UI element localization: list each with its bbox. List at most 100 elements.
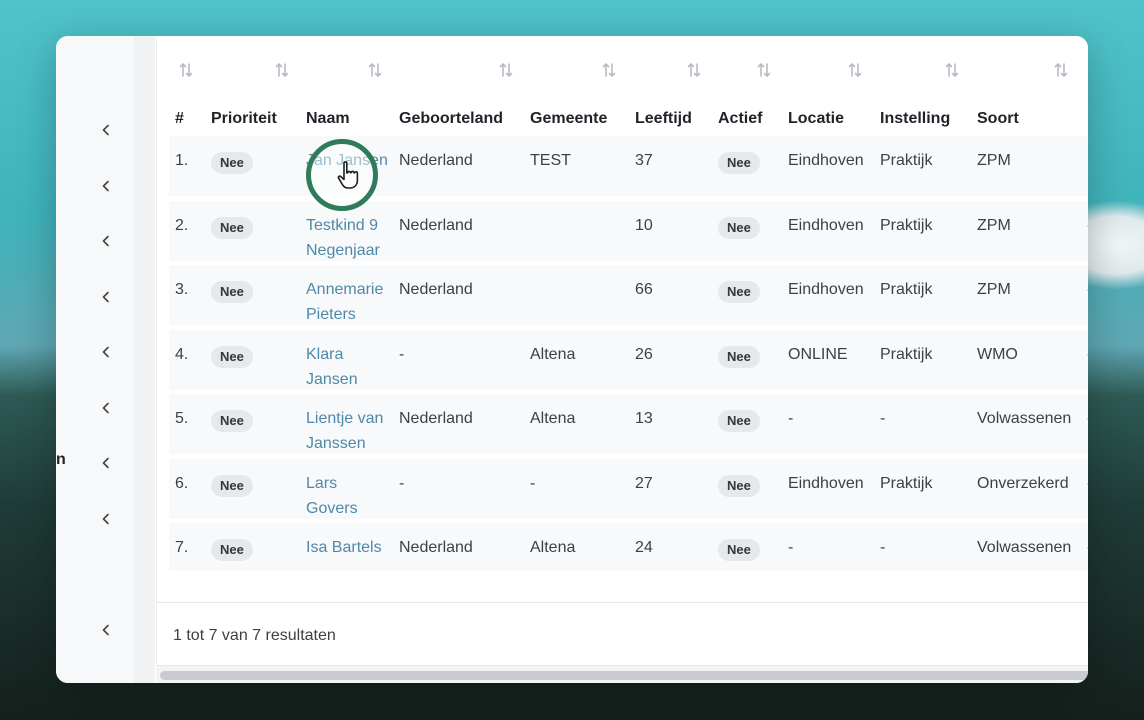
chevron-left-icon[interactable] <box>101 624 113 636</box>
column-header[interactable]: Instelling <box>880 110 950 128</box>
location-cell: Eindhoven <box>788 281 864 298</box>
chevron-left-icon[interactable] <box>101 346 113 358</box>
priority-badge: Nee <box>211 281 253 303</box>
sidebar-label-fragment: n <box>56 451 66 468</box>
priority-badge: Nee <box>211 539 253 561</box>
age-cell: 37 <box>635 152 653 169</box>
type-cell: Volwassenen <box>977 539 1072 556</box>
table-row[interactable]: 4. Nee Klara Jansen - Altena 26 Nee ONLINE Prakti… <box>169 330 1088 390</box>
chevron-left-icon[interactable] <box>101 402 113 414</box>
column-header[interactable]: Leeftijd <box>635 110 692 128</box>
column-header[interactable]: # <box>175 110 184 128</box>
location-cell: Eindhoven <box>788 152 864 169</box>
client-name-link[interactable]: Jansen <box>306 367 358 392</box>
results-panel: # Prioriteit Naam Geboorteland Gemeente Leeft… <box>156 36 1088 683</box>
overflow-cell: h <box>1087 173 1088 198</box>
row-number: 2. <box>175 217 189 234</box>
priority-badge: Nee <box>211 152 253 174</box>
institution-cell: - <box>880 539 886 556</box>
active-badge: Nee <box>718 539 760 561</box>
client-name-link[interactable]: Janssen <box>306 431 366 456</box>
column-header[interactable]: Prioriteit <box>211 110 277 128</box>
priority-badge: Nee <box>211 217 253 239</box>
type-cell: Onverzekerd <box>977 475 1069 492</box>
overflow-cell: - <box>1087 471 1088 496</box>
table-row[interactable]: 7. Nee Isa Bartels Nederland Altena 24 Nee - - Vo… <box>169 523 1088 571</box>
age-cell: 27 <box>635 475 653 492</box>
location-cell: - <box>788 410 794 427</box>
row-number: 5. <box>175 410 189 427</box>
chevron-left-icon[interactable] <box>101 291 113 303</box>
data-table: # Prioriteit Naam Geboorteland Gemeente Leeft… <box>156 36 1088 602</box>
institution-cell: Praktijk <box>880 152 933 169</box>
municipality-cell: Altena <box>530 346 576 363</box>
client-name-link[interactable]: Lientje van <box>306 406 383 431</box>
age-cell: 10 <box>635 217 653 234</box>
sort-arrows-icon[interactable] <box>368 62 382 78</box>
sort-arrows-icon[interactable] <box>602 62 616 78</box>
location-cell: ONLINE <box>788 346 848 363</box>
client-name-link[interactable]: Isa Bartels <box>306 535 382 560</box>
column-header[interactable]: Gemeente <box>530 110 607 128</box>
sort-arrows-icon[interactable] <box>179 62 193 78</box>
active-badge: Nee <box>718 281 760 303</box>
type-cell: WMO <box>977 346 1018 363</box>
country-cell: Nederland <box>399 152 473 169</box>
sidebar: n <box>56 36 135 683</box>
chevron-left-icon[interactable] <box>101 180 113 192</box>
client-name-link[interactable]: Klara <box>306 342 343 367</box>
table-row[interactable]: 5. Nee Lientje van Janssen Nederland Altena 13… <box>169 394 1088 454</box>
country-cell: Nederland <box>399 410 473 427</box>
municipality-cell: Altena <box>530 410 576 427</box>
sort-arrows-icon[interactable] <box>757 62 771 78</box>
sort-arrows-icon[interactable] <box>1054 62 1068 78</box>
column-header[interactable]: Geboorteland <box>399 110 503 128</box>
column-header[interactable]: Soort <box>977 110 1019 128</box>
horizontal-scrollbar[interactable] <box>156 665 1088 683</box>
sort-arrows-icon[interactable] <box>687 62 701 78</box>
priority-badge: Nee <box>211 475 253 497</box>
column-header[interactable]: Naam <box>306 110 350 128</box>
table-row[interactable]: 3. Nee Annemarie Pieters Nederland 66 Nee Eindh… <box>169 265 1088 325</box>
institution-cell: Praktijk <box>880 475 933 492</box>
country-cell: - <box>399 346 405 363</box>
chevron-left-icon[interactable] <box>101 513 113 525</box>
results-count: 1 tot 7 van 7 resultaten <box>173 627 336 644</box>
active-badge: Nee <box>718 410 760 432</box>
client-name-link[interactable]: Pieters <box>306 302 356 327</box>
client-name-link[interactable]: Testkind 9 <box>306 213 378 238</box>
institution-cell: Praktijk <box>880 217 933 234</box>
type-cell: ZPM <box>977 152 1011 169</box>
chevron-left-icon[interactable] <box>101 124 113 136</box>
country-cell: Nederland <box>399 217 473 234</box>
app-window: n # Prioriteit Naam Geboorteland Gemeente Lee… <box>56 36 1088 683</box>
row-number: 4. <box>175 346 189 363</box>
click-indicator <box>306 139 378 211</box>
chevron-left-icon[interactable] <box>101 457 113 469</box>
active-badge: Nee <box>718 152 760 174</box>
sort-arrows-icon[interactable] <box>848 62 862 78</box>
overflow-cell: - <box>1087 213 1088 238</box>
chevron-left-icon[interactable] <box>101 235 113 247</box>
client-name-link[interactable]: Govers <box>306 496 358 521</box>
location-cell: Eindhoven <box>788 217 864 234</box>
row-number: 6. <box>175 475 189 492</box>
type-cell: Volwassenen <box>977 410 1072 427</box>
country-cell: - <box>399 475 405 492</box>
column-header[interactable]: Locatie <box>788 110 844 128</box>
client-name-link[interactable]: Lars <box>306 471 337 496</box>
institution-cell: Praktijk <box>880 346 933 363</box>
client-name-link[interactable]: Negenjaar <box>306 238 380 263</box>
sort-arrows-icon[interactable] <box>945 62 959 78</box>
sort-arrows-icon[interactable] <box>275 62 289 78</box>
table-row[interactable]: 6. Nee Lars Govers - - 27 Nee Eindhoven Praktijk O… <box>169 459 1088 519</box>
scrollbar-thumb[interactable] <box>160 671 1088 680</box>
client-name-link[interactable]: Annemarie <box>306 277 383 302</box>
column-header[interactable]: I <box>1087 110 1088 128</box>
table-row[interactable]: 2. Nee Testkind 9 Negenjaar Nederland 10 Nee Ei… <box>169 201 1088 261</box>
table-footer: 1 tot 7 van 7 resultaten <box>156 602 1088 665</box>
sort-arrows-icon[interactable] <box>499 62 513 78</box>
column-header[interactable]: Actief <box>718 110 762 128</box>
institution-cell: Praktijk <box>880 281 933 298</box>
age-cell: 13 <box>635 410 653 427</box>
